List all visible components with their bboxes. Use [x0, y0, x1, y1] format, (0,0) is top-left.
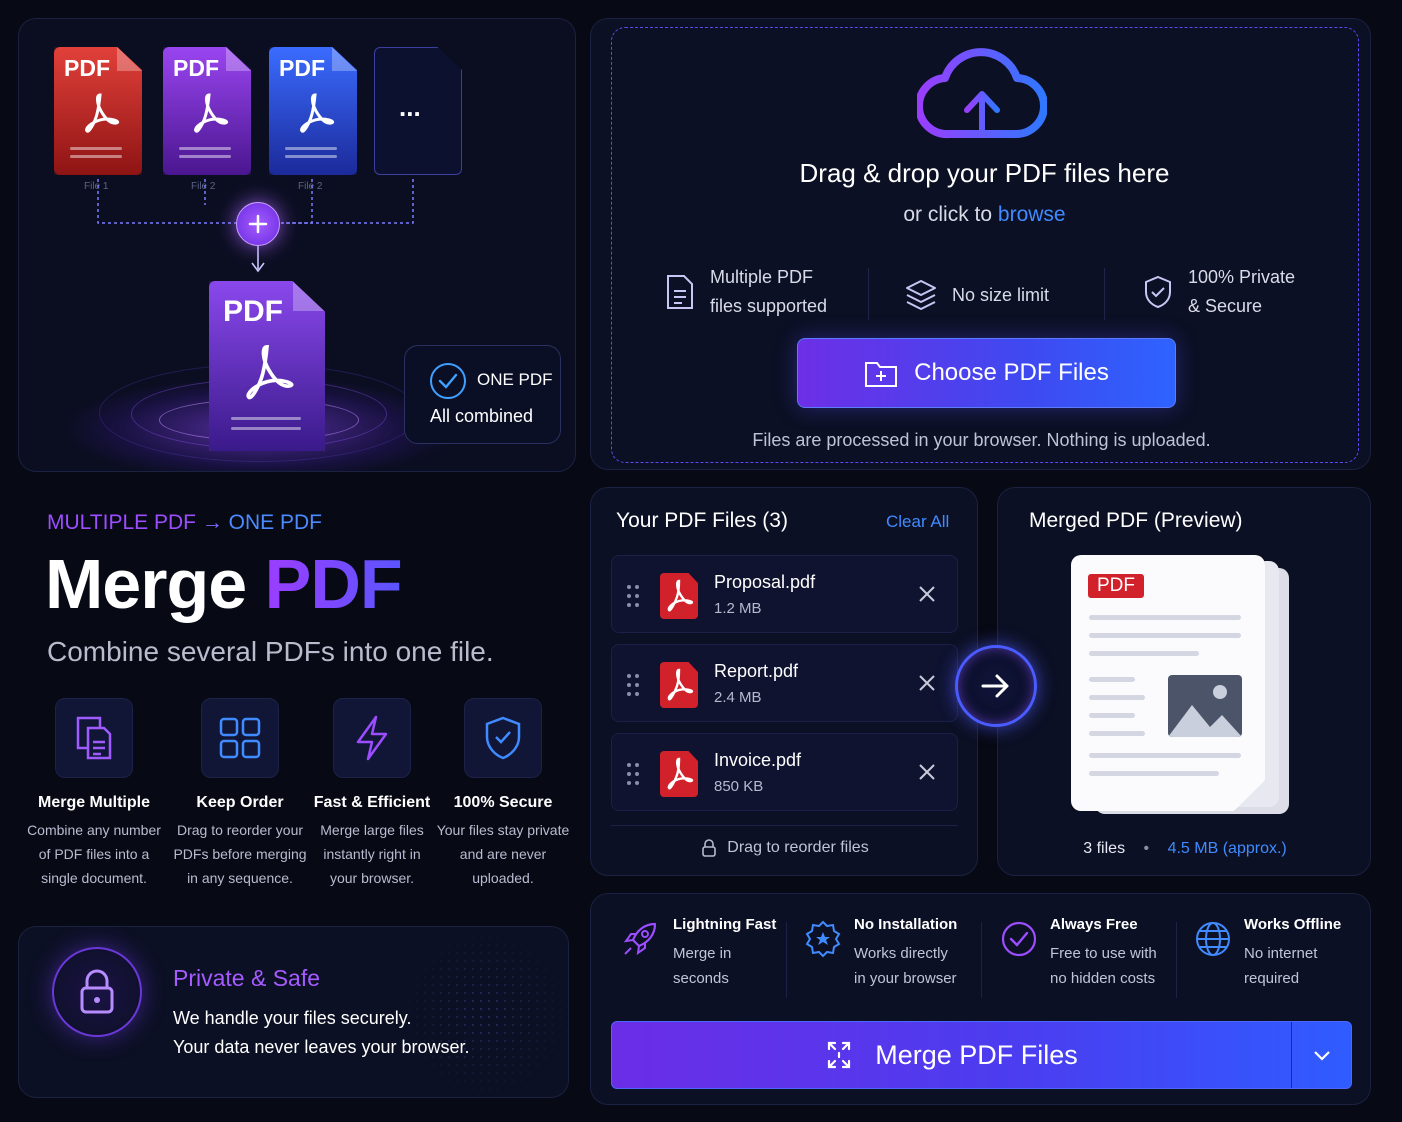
- private-line: We handle your files securely.: [173, 1008, 412, 1028]
- lock-icon: [702, 839, 717, 857]
- check-circle-icon: [430, 363, 466, 399]
- feature-offline: Works Offline No internet required: [1194, 916, 1341, 991]
- private-line: Your data never leaves your browser.: [173, 1037, 470, 1057]
- merged-document-preview: PDF: [1071, 555, 1265, 811]
- feature-free: Always Free Free to use with no hidden cos…: [1000, 916, 1157, 991]
- drag-handle-icon[interactable]: [626, 762, 640, 786]
- merge-pdf-button[interactable]: Merge PDF Files: [611, 1021, 1352, 1089]
- pdf-file-icon: [660, 662, 698, 708]
- feature-no-install: No Installation Works directly in your bro…: [804, 916, 957, 991]
- remove-file-icon[interactable]: [917, 762, 937, 782]
- feature-lightning: Lightning Fast Merge in seconds: [621, 916, 776, 991]
- upload-panel: Drag & drop your PDF files here or click…: [590, 18, 1371, 470]
- drag-handle-icon[interactable]: [626, 584, 640, 608]
- choose-files-button[interactable]: Choose PDF Files: [797, 338, 1176, 408]
- merge-connector-lines: [97, 179, 414, 273]
- layers-icon: [906, 280, 936, 310]
- private-card: Private & Safe We handle your files secu…: [18, 926, 569, 1098]
- merge-arrows-icon: [828, 1041, 851, 1069]
- feature-fast: Fast & Efficient Merge large files instan…: [302, 698, 442, 890]
- preview-title: Merged PDF (Preview): [1029, 509, 1243, 532]
- kicker: MULTIPLE PDF → ONE PDF: [47, 511, 322, 534]
- chevron-down-icon: [1314, 1051, 1330, 1061]
- drag-handle-icon[interactable]: [626, 673, 640, 697]
- shield-check-icon: [1145, 275, 1171, 309]
- merge-summary: 3 files • 4.5 MB (approx.): [1083, 840, 1287, 857]
- globe-icon: [1196, 922, 1230, 956]
- grid-icon: [219, 717, 261, 759]
- one-pdf-badge: ONE PDF All combined: [404, 345, 561, 444]
- file-list-panel: Your PDF Files (3) Clear All Proposal.pd…: [590, 487, 978, 876]
- upload-title: Drag & drop your PDF files here: [799, 158, 1170, 188]
- feature-multiple: Multiple PDF files supported: [664, 263, 827, 321]
- remove-file-icon[interactable]: [917, 584, 937, 604]
- file-row[interactable]: Invoice.pdf 850 KB: [611, 733, 958, 811]
- page-subtitle: Combine several PDFs into one file.: [47, 636, 494, 667]
- upload-subtitle: or click to browse: [903, 203, 1066, 226]
- page-title: Merge PDF: [45, 545, 403, 623]
- merge-panel: Lightning Fast Merge in seconds No Install…: [590, 893, 1371, 1105]
- folder-plus-icon: [865, 362, 898, 387]
- cloud-upload-icon: [917, 48, 1047, 139]
- browse-link[interactable]: browse: [998, 203, 1066, 226]
- dot-pattern: [399, 927, 568, 1097]
- feature-keep-order: Keep Order Drag to reorder your PDFs befo…: [170, 698, 310, 890]
- feature-no-limit: No size limit: [904, 278, 1049, 312]
- star-badge-icon: [805, 920, 841, 958]
- pdf-file-icon: [660, 751, 698, 797]
- pdf-file-icon: [660, 573, 698, 619]
- merged-pdf-icon: PDF: [209, 281, 325, 451]
- reorder-hint: Drag to reorder files: [591, 838, 979, 858]
- arrow-right-icon: [955, 645, 1037, 727]
- preview-panel: Merged PDF (Preview) PDF 3 files • 4.5 M…: [997, 487, 1371, 876]
- feature-secure: 100% Secure Your files stay private and a…: [433, 698, 573, 890]
- plus-icon: [236, 202, 280, 246]
- file-row[interactable]: Proposal.pdf 1.2 MB: [611, 555, 958, 633]
- bolt-icon: [356, 715, 388, 761]
- file-list-title: Your PDF Files (3): [616, 509, 788, 532]
- privacy-note: Files are processed in your browser. Not…: [752, 430, 1211, 450]
- lock-icon: [80, 969, 114, 1014]
- private-title: Private & Safe: [173, 965, 321, 991]
- clear-all-button[interactable]: Clear All: [886, 512, 949, 532]
- feature-merge-multiple: Merge Multiple Combine any number of PDF …: [24, 698, 164, 890]
- image-placeholder-icon: [1168, 675, 1242, 737]
- remove-file-icon[interactable]: [917, 673, 937, 693]
- merge-illustration: PDF File 1 PDF File 2 PDF File 2 ... PDF…: [18, 18, 576, 472]
- lock-badge: [52, 947, 142, 1037]
- rocket-icon: [623, 922, 657, 956]
- shield-icon: [485, 716, 521, 760]
- check-circle-icon: [1001, 921, 1037, 957]
- document-icon: [667, 275, 693, 309]
- file-row[interactable]: Report.pdf 2.4 MB: [611, 644, 958, 722]
- feature-private: 100% Private & Secure: [1142, 263, 1295, 321]
- copy-icon: [76, 716, 112, 760]
- merge-options-dropdown[interactable]: [1292, 1022, 1352, 1088]
